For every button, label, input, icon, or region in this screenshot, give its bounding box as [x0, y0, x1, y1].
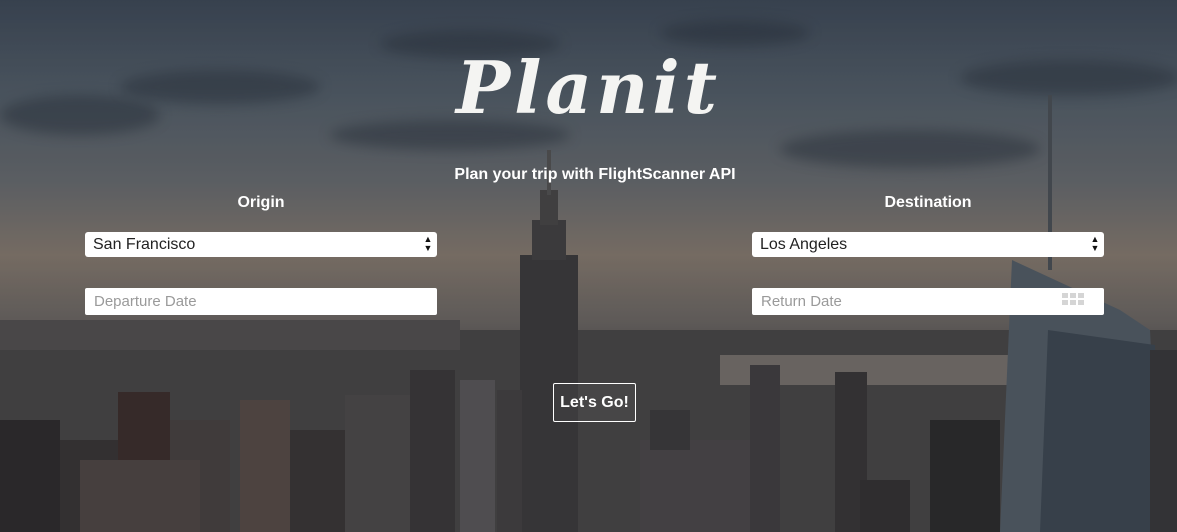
origin-select[interactable]: San Francisco ▲ ▼ [85, 232, 437, 257]
app-logo: Planit [455, 45, 722, 130]
destination-label: Destination [884, 194, 972, 211]
departure-date-input[interactable] [85, 288, 437, 315]
app-subtitle: Plan your trip with FlightScanner API [454, 166, 736, 183]
calendar-icon [1062, 293, 1084, 305]
origin-select-value: San Francisco [93, 236, 196, 253]
return-date-input[interactable] [752, 288, 1104, 315]
lets-go-button[interactable]: Let's Go! [553, 383, 636, 422]
updown-arrows-icon: ▲ ▼ [423, 234, 433, 253]
origin-label: Origin [237, 194, 285, 211]
destination-select-value: Los Angeles [760, 236, 848, 253]
updown-arrows-icon: ▲ ▼ [1090, 234, 1100, 253]
destination-select[interactable]: Los Angeles ▲ ▼ [752, 232, 1104, 257]
